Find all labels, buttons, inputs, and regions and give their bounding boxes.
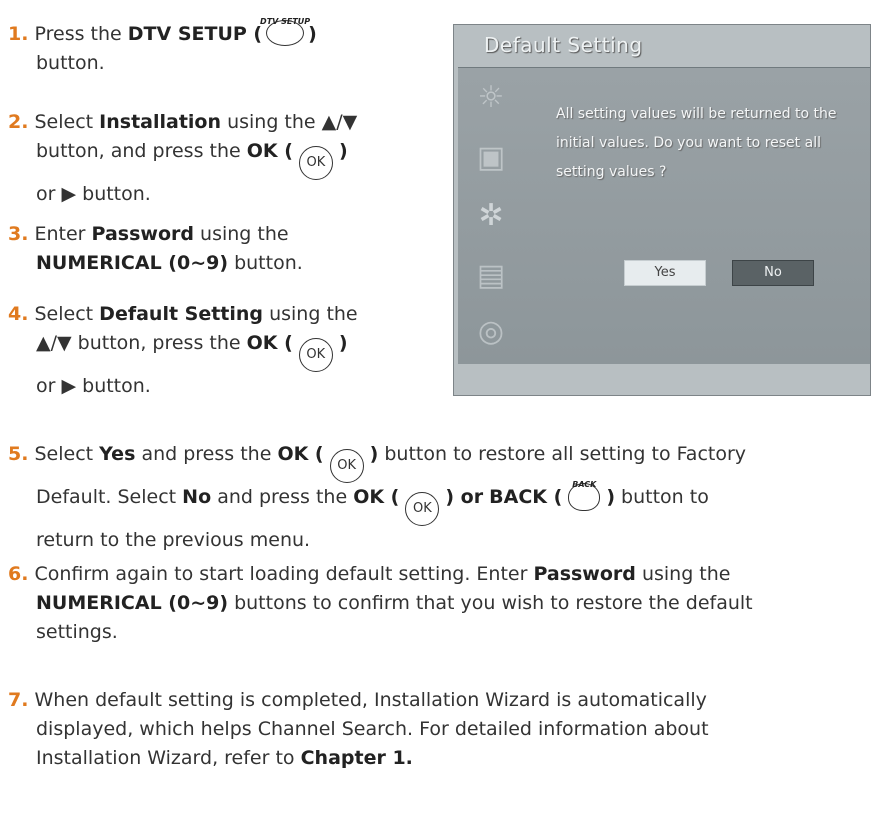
ok-button-icon: OK: [298, 338, 333, 372]
tv-no-button[interactable]: No: [732, 260, 814, 286]
step-1: 1. Press the DTV SETUP (DTV SETUP) butto…: [8, 17, 317, 74]
globe-icon: ◎: [477, 314, 505, 349]
keyboard-icon: ▤: [476, 258, 506, 293]
tv-screen-illustration: Default Setting ☼ ▣ ✲ ▤ ◎ All setting va…: [453, 24, 871, 396]
dtv-setup-button-icon: DTV SETUP: [260, 17, 310, 46]
gears-icon: ✲: [478, 198, 504, 233]
satellite-dish-icon: ☼: [477, 80, 505, 115]
step-7: 7. When default setting is completed, In…: [8, 689, 709, 769]
tv-screen-title: Default Setting: [484, 33, 643, 57]
tv-yes-button[interactable]: Yes: [624, 260, 706, 286]
step-5: 5. Select Yes and press the OK (OK) butt…: [8, 443, 747, 551]
ok-button-icon: OK: [298, 146, 333, 180]
tv-set-icon: ▣: [476, 140, 506, 175]
step-3: 3. Enter Password using the NUMERICAL (0…: [8, 223, 303, 274]
step-4: 4. Select Default Setting using the ▲/▼ …: [8, 303, 358, 397]
ok-button-icon: OK: [405, 492, 440, 526]
tv-reset-message: All setting values will be returned to t…: [556, 106, 837, 180]
back-button-icon: BACK: [568, 480, 601, 511]
tv-menu-panel: ☼ ▣ ✲ ▤ ◎ All setting values will be ret…: [458, 67, 870, 364]
step-6: 6. Confirm again to start loading defaul…: [8, 563, 753, 643]
ok-button-icon: OK: [329, 449, 364, 483]
step-2: 2. Select Installation using the ▲/▼ but…: [8, 111, 358, 205]
